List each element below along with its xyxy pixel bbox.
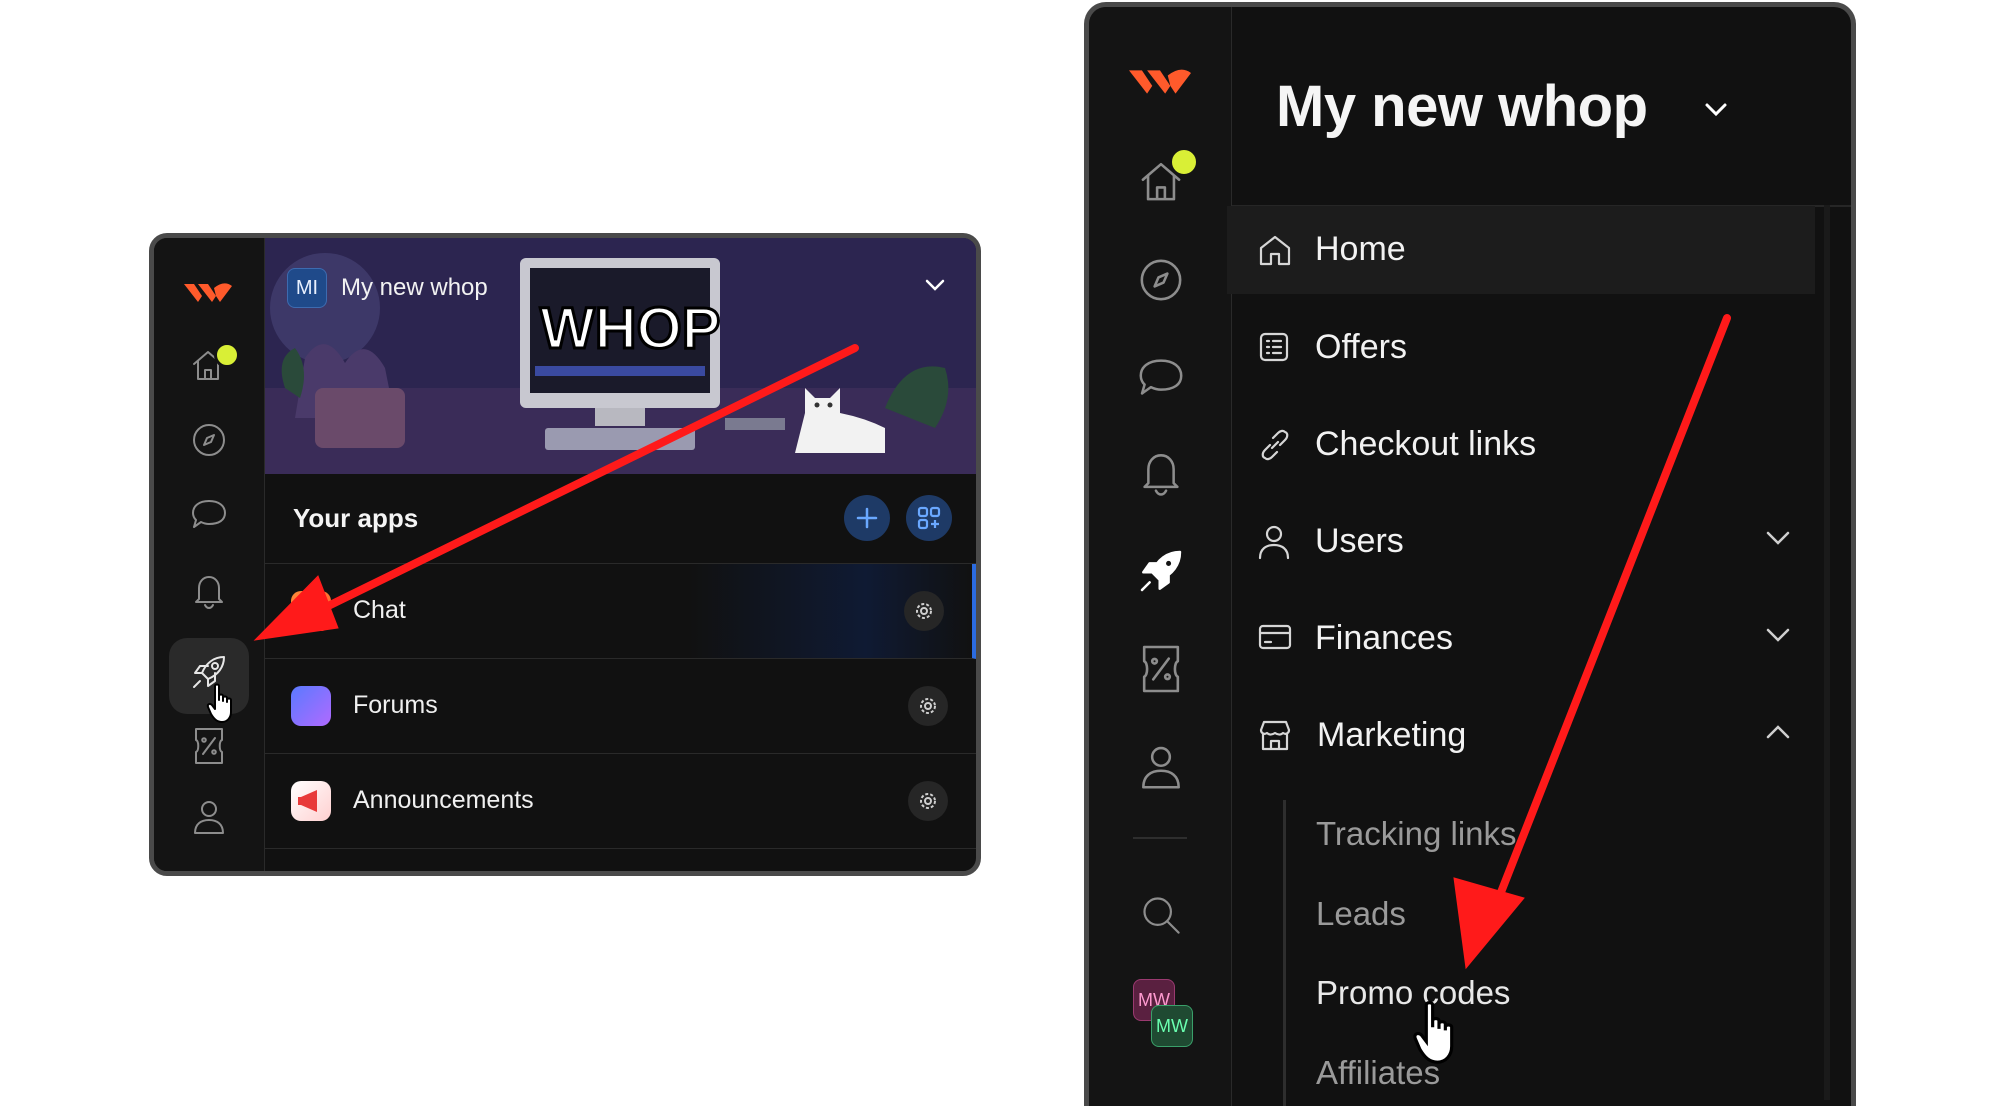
bell-icon[interactable]: [191, 572, 227, 610]
chat-app-icon: [291, 591, 331, 631]
workspace-header[interactable]: My new whop: [1232, 7, 1851, 207]
link-icon: [1257, 427, 1293, 468]
icon-rail: MW MW: [1089, 7, 1232, 1106]
gear-icon[interactable]: [908, 686, 948, 726]
notification-dot: [214, 342, 240, 368]
user-icon[interactable]: [1139, 743, 1183, 791]
card-icon: [1257, 621, 1293, 658]
store-icon: [1257, 718, 1293, 757]
scrollbar[interactable]: [1824, 205, 1830, 1100]
gear-icon[interactable]: [908, 781, 948, 821]
app-label: Forums: [353, 691, 438, 719]
sidebar-item-label: Marketing: [1317, 716, 1467, 754]
search-icon[interactable]: [1139, 893, 1183, 937]
list-item[interactable]: Chat: [265, 564, 976, 659]
bell-icon[interactable]: [1138, 449, 1184, 497]
sidebar-item-label: Offers: [1315, 328, 1407, 366]
submenu-item-tracking-links[interactable]: Tracking links: [1316, 815, 1517, 853]
icon-rail: [154, 238, 265, 871]
workspace-name[interactable]: My new whop: [341, 274, 488, 302]
app-sidebar-panel: WHOP MI My new whop Your apps Chat Forum…: [149, 233, 981, 876]
chevron-down-icon[interactable]: [1765, 530, 1791, 551]
notification-dot: [1169, 147, 1199, 177]
sidebar-item-label: Home: [1315, 230, 1406, 268]
avatar[interactable]: MW: [1151, 1005, 1193, 1047]
user-icon: [1257, 524, 1291, 565]
coupon-icon[interactable]: [1139, 643, 1183, 695]
gear-icon[interactable]: [904, 591, 944, 631]
app-label: Announcements: [353, 786, 534, 814]
add-app-button[interactable]: [844, 495, 890, 541]
rail-divider: [1133, 837, 1187, 839]
app-store-button[interactable]: [906, 495, 952, 541]
list-item[interactable]: Forums: [265, 659, 976, 754]
user-icon[interactable]: [192, 798, 226, 836]
rocket-icon[interactable]: [1137, 547, 1185, 595]
forums-app-icon: [291, 686, 331, 726]
home-icon: [1257, 232, 1293, 273]
announcements-app-icon: [291, 781, 331, 821]
chevron-up-icon[interactable]: [1765, 724, 1791, 745]
page-title: My new whop: [1276, 74, 1648, 139]
app-label: Chat: [353, 596, 406, 624]
workspace-badge: MI: [287, 268, 327, 308]
offers-icon: [1257, 330, 1291, 369]
chevron-down-icon[interactable]: [1704, 102, 1728, 123]
chevron-down-icon[interactable]: [1765, 627, 1791, 648]
sidebar-item-label: Finances: [1315, 619, 1453, 657]
sidebar-item-finances[interactable]: Finances: [1227, 595, 1815, 683]
compass-icon[interactable]: [191, 422, 227, 458]
hand-cursor-icon: [1412, 998, 1466, 1071]
compass-icon[interactable]: [1138, 257, 1184, 303]
sidebar-item-marketing[interactable]: Marketing: [1227, 692, 1815, 780]
sidebar-item-offers[interactable]: Offers: [1227, 304, 1815, 392]
coupon-icon[interactable]: [192, 726, 226, 766]
section-title: Your apps: [293, 503, 419, 533]
workspace-banner: WHOP MI My new whop: [265, 238, 976, 474]
chat-bubble-icon[interactable]: [190, 497, 228, 531]
sidebar-item-users[interactable]: Users: [1227, 498, 1815, 586]
list-item[interactable]: Announcements: [265, 754, 976, 849]
chat-bubble-icon[interactable]: [1137, 355, 1185, 399]
whop-logo-icon[interactable]: [184, 280, 232, 306]
sidebar-item-checkout-links[interactable]: Checkout links: [1227, 401, 1815, 489]
hand-cursor-icon: [206, 682, 240, 724]
whop-logo-icon[interactable]: [1129, 65, 1191, 99]
submenu-guide-line: [1283, 800, 1286, 1106]
chevron-down-icon[interactable]: [924, 278, 946, 297]
svg-text:WHOP: WHOP: [540, 296, 720, 361]
sidebar-item-label: Users: [1315, 522, 1404, 560]
sidebar-item-label: Checkout links: [1315, 425, 1537, 463]
apps-header: Your apps: [265, 475, 976, 564]
submenu-item-leads[interactable]: Leads: [1316, 895, 1406, 933]
sidebar-item-home[interactable]: Home: [1227, 206, 1815, 294]
